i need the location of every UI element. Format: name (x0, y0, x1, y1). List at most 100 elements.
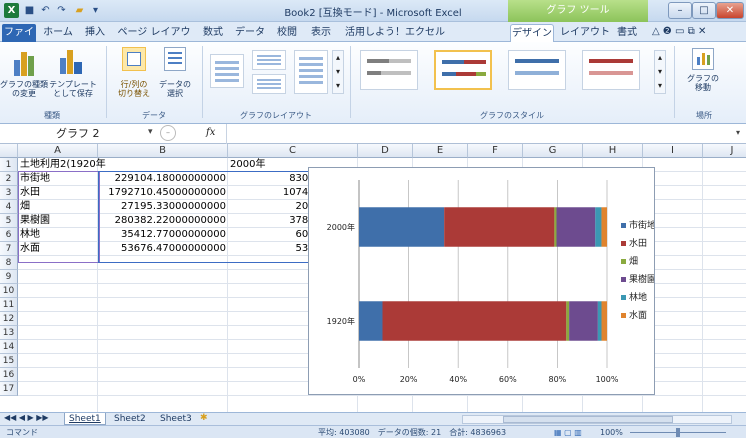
insert-function-icon[interactable]: fx (206, 127, 215, 138)
sheet-tab-3[interactable]: Sheet3 (156, 413, 196, 425)
tab-insert[interactable]: 挿入 (80, 24, 110, 42)
cell-a1[interactable]: 土地利用2(1920年 (20, 158, 220, 171)
move-chart-label[interactable]: グラフの 移動 (680, 74, 726, 92)
row-header-7[interactable]: 7 (0, 242, 18, 256)
x-tick-label: 20% (400, 375, 418, 384)
move-chart-icon[interactable] (692, 48, 714, 70)
tab-format[interactable]: 書式 (612, 24, 642, 42)
save-template-label[interactable]: テンプレート として保存 (46, 80, 100, 98)
legend-label: 市街地 (629, 219, 654, 231)
tab-addin[interactable]: 活用しよう！エクセル (340, 24, 450, 42)
column-header-h[interactable]: H (583, 144, 643, 158)
tab-layout[interactable]: レイアウト (560, 24, 610, 42)
grid-line (702, 158, 703, 412)
ribbon-separator (674, 46, 675, 118)
tab-file[interactable]: ファイル (2, 24, 36, 56)
data-group-label: データ (142, 111, 166, 120)
tab-view[interactable]: 表示 (306, 24, 336, 42)
worksheet-grid[interactable]: ABCDEFGHIJ 1 2 3 4 5 6 7 8 9 10 11 12 13 14 15 16 17 土地利… (0, 144, 746, 412)
tab-page-layout[interactable]: ページ レイアウト (114, 24, 194, 56)
view-buttons-icon[interactable]: ▦ ▢ ▥ (554, 426, 582, 439)
chart-style-4[interactable] (582, 50, 640, 90)
row-header-17[interactable]: 17 (0, 382, 18, 396)
sheet-nav-icon[interactable]: ◀◀ ◀ ▶ ▶▶ (4, 413, 49, 422)
switch-row-column-icon[interactable] (122, 47, 146, 71)
expand-formula-icon[interactable]: ▾ (736, 128, 740, 137)
row-header-13[interactable]: 13 (0, 326, 18, 340)
x-tick-label: 80% (549, 375, 567, 384)
row-header-3[interactable]: 3 (0, 186, 18, 200)
tab-design[interactable]: デザイン (510, 24, 554, 42)
column-header-j[interactable]: J (703, 144, 746, 158)
horizontal-scrollbar[interactable] (462, 415, 732, 424)
select-data-label[interactable]: データの 選択 (152, 80, 198, 98)
zoom-level[interactable]: 100% (600, 426, 623, 439)
tab-formulas[interactable]: 数式 (198, 24, 228, 42)
close-button[interactable]: ✕ (716, 2, 744, 19)
legend-swatch (621, 241, 626, 246)
row-header-4[interactable]: 4 (0, 200, 18, 214)
column-header-f[interactable]: F (468, 144, 523, 158)
chart-style-3[interactable] (508, 50, 566, 90)
tab-data[interactable]: データ (232, 24, 268, 42)
column-header-a[interactable]: A (18, 144, 98, 158)
legend-label: 畑 (629, 255, 638, 267)
zoom-slider-thumb[interactable] (676, 428, 680, 437)
row-header-6[interactable]: 6 (0, 228, 18, 242)
chart-object[interactable]: 0% 20% 40% 60% 80% 100% 2000年 1920年 市街地 水田畑果樹園 林地水… (308, 167, 656, 395)
x-tick-label: 60% (499, 375, 517, 384)
column-header-c[interactable]: C (228, 144, 358, 158)
select-all-corner[interactable] (0, 144, 18, 158)
mode-indicator: コマンド (6, 428, 38, 437)
row-header-14[interactable]: 14 (0, 340, 18, 354)
legend-label: 水田 (629, 237, 647, 249)
row-header-9[interactable]: 9 (0, 270, 18, 284)
save-template-icon[interactable] (58, 48, 84, 76)
switch-row-column-label[interactable]: 行/列の 切り替え (110, 80, 158, 98)
layout-preset-4[interactable] (294, 50, 328, 94)
row-header-12[interactable]: 12 (0, 312, 18, 326)
row-header-15[interactable]: 15 (0, 354, 18, 368)
row-header-2[interactable]: 2 (0, 172, 18, 186)
select-data-icon[interactable] (164, 47, 186, 71)
sheet-tab-1[interactable]: Sheet1 (64, 413, 106, 425)
tab-review[interactable]: 校閲 (272, 24, 302, 42)
cancel-icon[interactable]: – (160, 125, 176, 141)
chart-style-1[interactable] (360, 50, 418, 90)
column-header-e[interactable]: E (413, 144, 468, 158)
legend-swatch (621, 313, 626, 318)
stacked-bar-chart[interactable]: 0% 20% 40% 60% 80% 100% 2000年 1920年 市街地水田畑果樹園林地水… (309, 168, 656, 394)
location-group-label: 場所 (696, 111, 712, 120)
tab-home[interactable]: ホーム (40, 24, 76, 42)
change-chart-type-label[interactable]: グラフの種類 の変更 (0, 80, 48, 98)
layout-preset-2[interactable] (252, 50, 286, 70)
sheet-tabs-bar: ◀◀ ◀ ▶ ▶▶ Sheet1 Sheet2 Sheet3 ✱ (0, 412, 746, 425)
scroll-thumb[interactable] (503, 416, 673, 423)
row-header-1[interactable]: 1 (0, 158, 18, 172)
row-header-11[interactable]: 11 (0, 298, 18, 312)
help-icon[interactable]: △ ❷ ▭ ⧉ ✕ (652, 26, 706, 37)
row-header-10[interactable]: 10 (0, 284, 18, 298)
bar-segment (566, 301, 570, 341)
column-header-g[interactable]: G (523, 144, 583, 158)
change-chart-type-icon[interactable] (12, 48, 38, 76)
bar-segment (556, 207, 596, 247)
maximize-button[interactable]: □ (692, 2, 716, 19)
row-header-16[interactable]: 16 (0, 368, 18, 382)
style-gallery-scroll[interactable]: ▴ ▾ ▾ (654, 50, 666, 94)
insert-sheet-icon[interactable]: ✱ (200, 413, 208, 423)
column-header-d[interactable]: D (358, 144, 413, 158)
column-header-i[interactable]: I (643, 144, 703, 158)
minimize-button[interactable]: – (668, 2, 692, 19)
column-header-b[interactable]: B (98, 144, 228, 158)
layout-preset-3[interactable] (252, 74, 286, 94)
name-box[interactable]: グラフ 2 (18, 127, 150, 141)
chart-style-2[interactable] (434, 50, 492, 90)
layout-preset-1[interactable] (210, 54, 244, 88)
sheet-tab-2[interactable]: Sheet2 (110, 413, 150, 425)
category-label: 1920年 (327, 316, 355, 326)
row-header-8[interactable]: 8 (0, 256, 18, 270)
row-header-5[interactable]: 5 (0, 214, 18, 228)
layout-gallery-scroll[interactable]: ▴ ▾ ▾ (332, 50, 344, 94)
name-box-dropdown-icon[interactable]: ▾ (148, 127, 153, 137)
